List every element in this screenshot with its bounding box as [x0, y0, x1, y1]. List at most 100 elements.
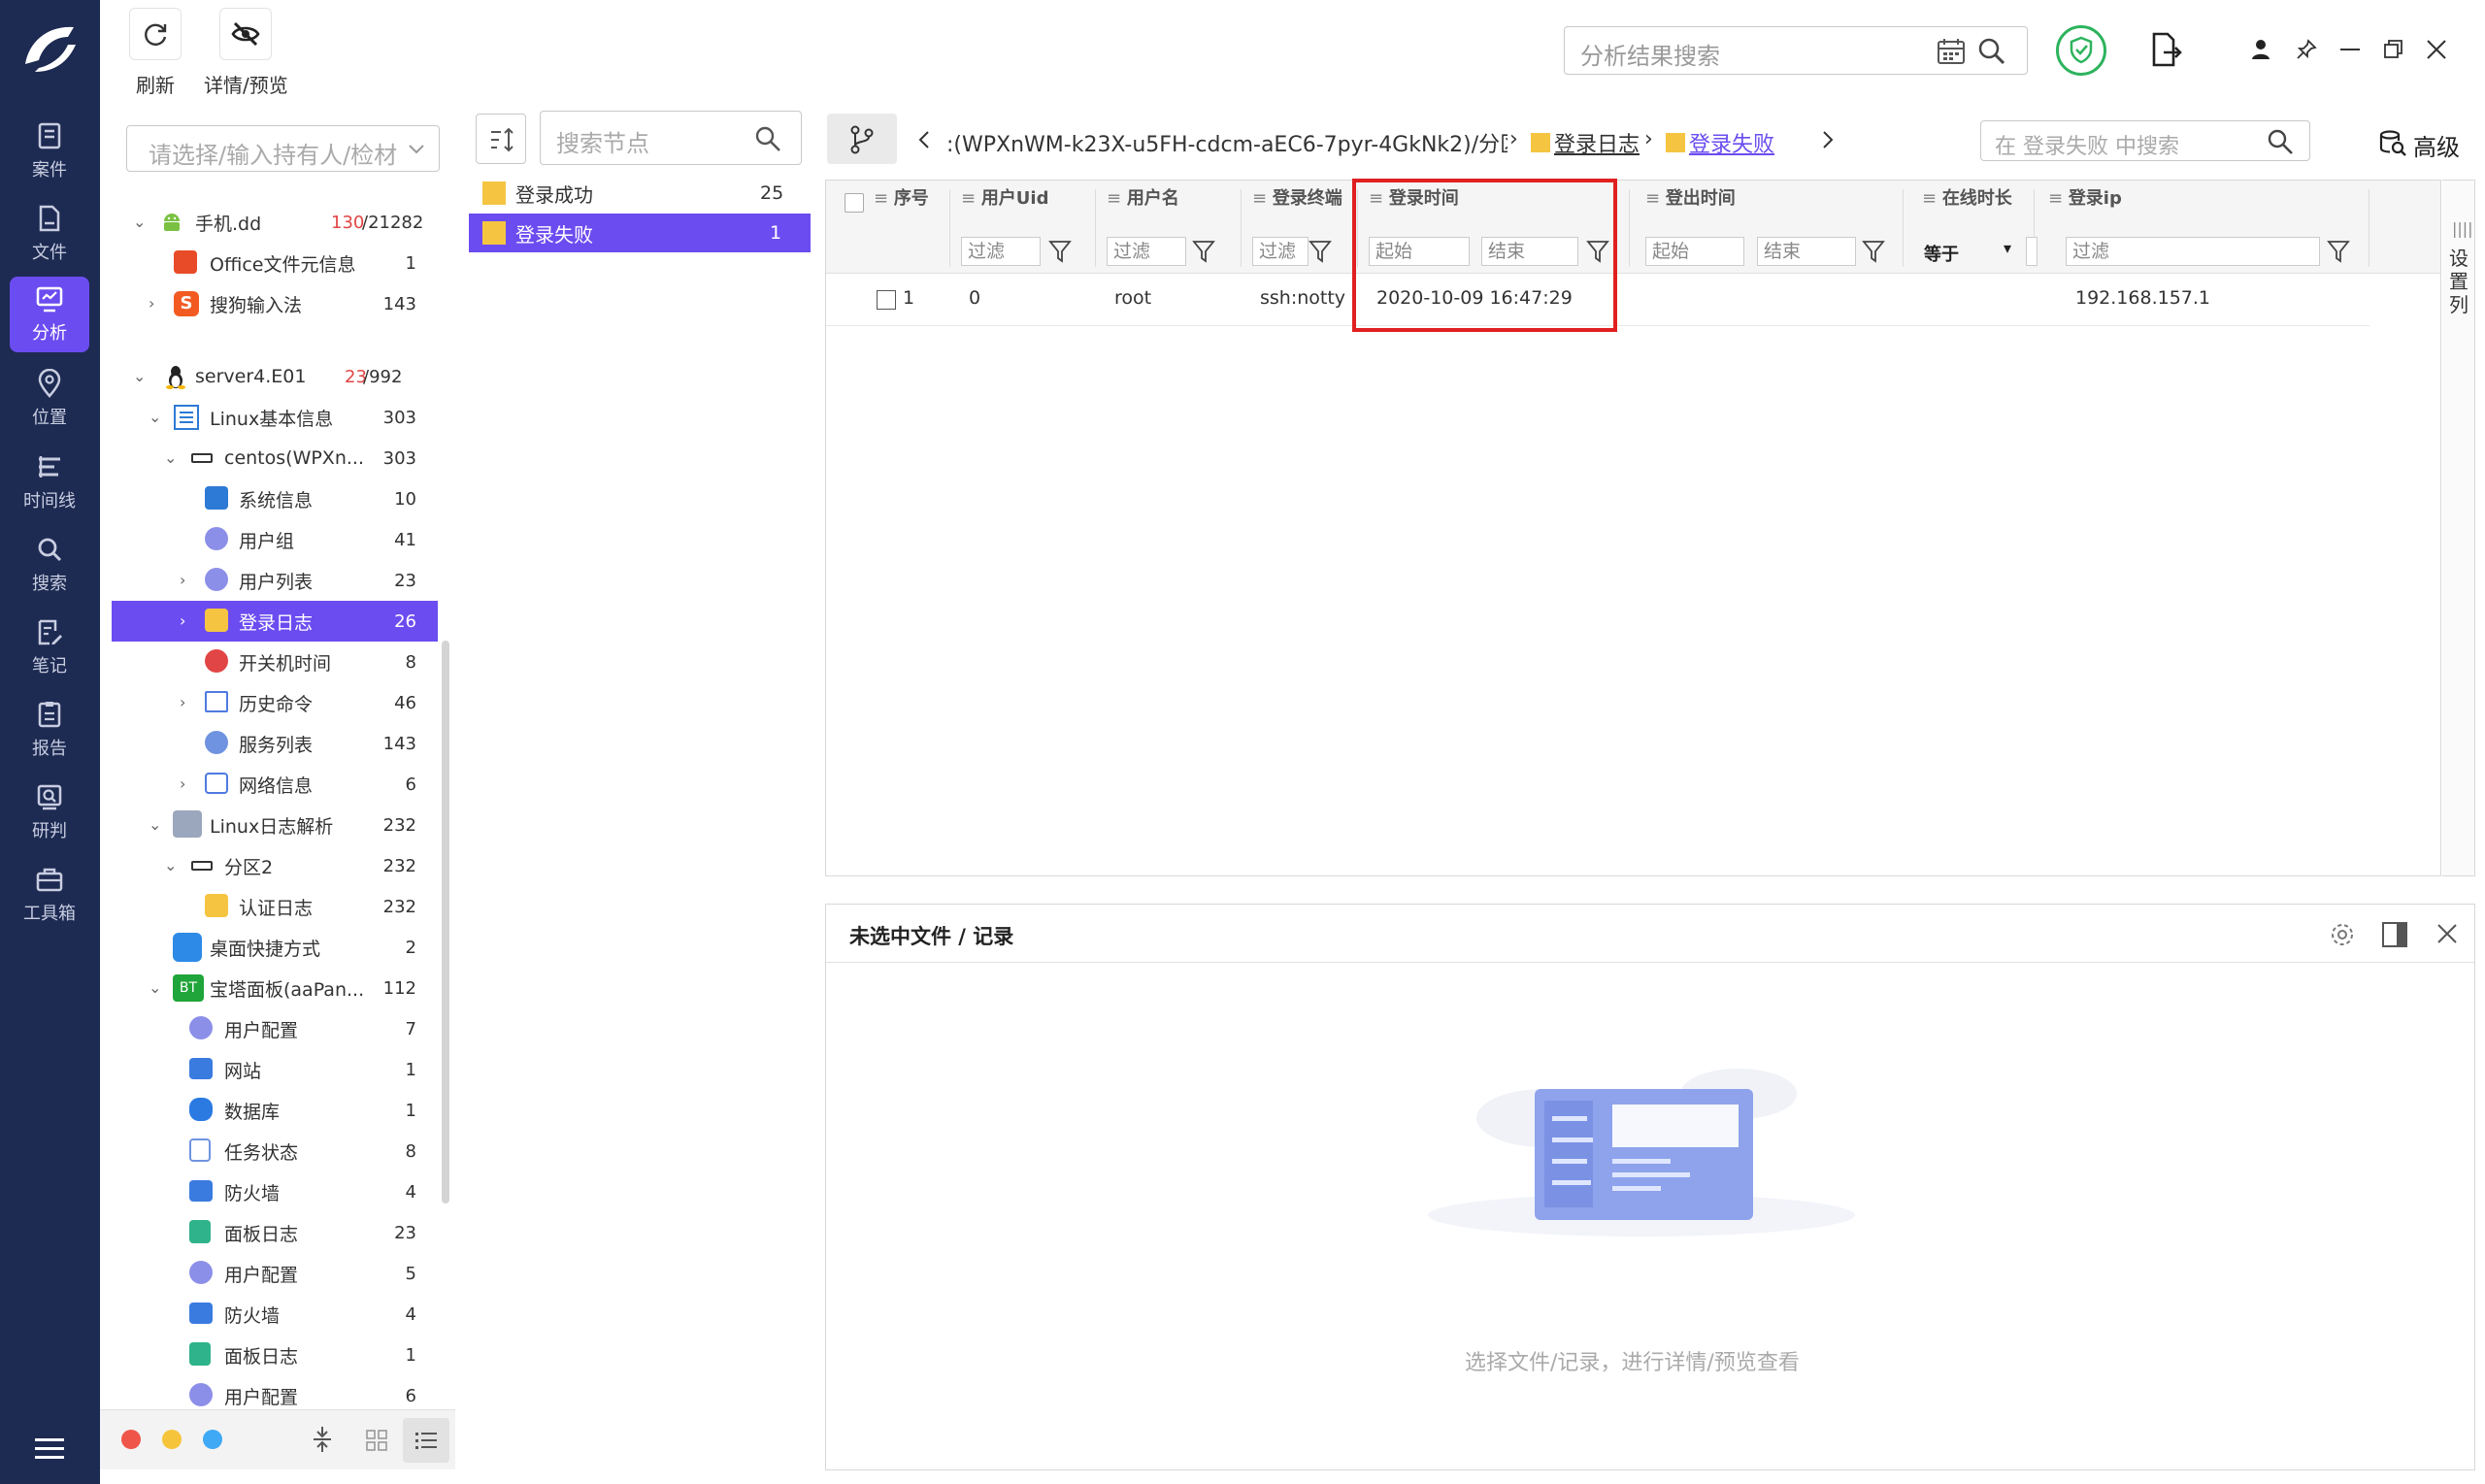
tree-item-bt-userconfig2[interactable]: 用户配置 5 — [112, 1253, 438, 1294]
chevron-right-icon[interactable]: › — [180, 613, 193, 629]
tree-item-linux-basic[interactable]: ⌄ Linux基本信息 303 — [112, 397, 438, 438]
tree-item-history[interactable]: › 历史命令 46 — [112, 682, 438, 723]
minimize-icon[interactable] — [2340, 49, 2360, 50]
node-search-input[interactable]: 搜索节点 — [540, 111, 802, 165]
column-divider[interactable] — [1241, 189, 1242, 267]
column-settings-tab[interactable]: |||| 设 置 列 — [2442, 180, 2475, 876]
column-header-terminal[interactable]: ≡ 登录终端 — [1252, 184, 1342, 210]
column-divider[interactable] — [1903, 189, 1904, 267]
status-dot-red[interactable] — [121, 1430, 141, 1449]
export-icon[interactable] — [2150, 31, 2183, 68]
chevron-right-icon[interactable] — [1821, 129, 1835, 150]
tree-item-bt-firewall2[interactable]: 防火墙 4 — [112, 1294, 438, 1335]
tree-scrollbar[interactable] — [442, 641, 449, 1204]
tree-item-usergroup[interactable]: 用户组 41 — [112, 519, 438, 560]
chevron-right-icon[interactable]: › — [180, 776, 193, 792]
user-icon[interactable] — [2251, 39, 2270, 60]
chevron-down-icon[interactable]: ⌄ — [149, 817, 162, 833]
list-view-button[interactable] — [403, 1418, 449, 1463]
menu-icon[interactable] — [35, 1438, 64, 1460]
chevron-down-icon[interactable]: ⌄ — [133, 369, 147, 384]
nav-case[interactable]: 案件 — [10, 114, 89, 189]
shield-check-icon[interactable] — [2056, 25, 2106, 76]
collapse-icon[interactable] — [312, 1426, 333, 1453]
tree-item-shortcuts[interactable]: 桌面快捷方式 2 — [112, 927, 438, 968]
tree-item-sogou[interactable]: › S 搜狗输入法 143 — [112, 283, 438, 324]
tree-item-bt-tasks[interactable]: 任务状态 8 — [112, 1131, 438, 1171]
breadcrumb-login-failed[interactable]: 登录失败 — [1689, 127, 1774, 158]
tree-item-centos[interactable]: ⌄ centos(WPXn... 303 — [112, 438, 438, 478]
owner-select[interactable]: 请选择/输入持有人/检材 — [126, 125, 440, 172]
tree-item-sysinfo[interactable]: 系统信息 10 — [112, 478, 438, 519]
nav-judge[interactable]: 研判 — [10, 775, 89, 850]
status-dot-blue[interactable] — [203, 1430, 222, 1449]
chevron-right-icon[interactable]: › — [180, 695, 193, 710]
funnel-icon[interactable] — [1309, 239, 1332, 264]
filter-logout-end-input[interactable]: 结束 — [1757, 237, 1856, 266]
filter-terminal-input[interactable]: 过滤 — [1252, 237, 1309, 266]
restore-icon[interactable] — [2383, 39, 2404, 60]
filter-duration-input[interactable] — [2026, 237, 2038, 266]
close-window-icon[interactable] — [2426, 39, 2447, 60]
chevron-down-icon[interactable]: ⌄ — [133, 214, 147, 230]
tree-item-bt-userconfig[interactable]: 用户配置 7 — [112, 1008, 438, 1049]
funnel-icon[interactable] — [1862, 239, 1885, 264]
pin-icon[interactable] — [2296, 39, 2317, 60]
row-checkbox[interactable] — [877, 290, 896, 310]
filter-ip-input[interactable]: 过滤 — [2066, 237, 2320, 266]
chevron-down-icon[interactable]: ⌄ — [149, 980, 162, 996]
tree-item-loginlog[interactable]: › 登录日志 26 — [112, 601, 438, 642]
close-icon[interactable] — [2435, 922, 2459, 945]
filter-username-input[interactable]: 过滤 — [1107, 237, 1186, 266]
nav-file[interactable]: 文件 — [10, 196, 89, 272]
chevron-right-icon[interactable]: › — [149, 296, 162, 312]
nav-note[interactable]: 笔记 — [10, 610, 89, 685]
tree-item-partition2[interactable]: ⌄ 分区2 232 — [112, 845, 438, 886]
search-icon[interactable] — [754, 125, 781, 152]
tree-item-server4[interactable]: ⌄ server4.E01 23 /992 — [112, 356, 438, 397]
advanced-search-button[interactable]: 高级 — [2376, 125, 2462, 161]
detail-preview-button[interactable]: 详情/预览 — [204, 8, 288, 98]
column-header-duration[interactable]: ≡ 在线时长 — [1922, 184, 2012, 210]
nav-timeline[interactable]: 时间线 — [10, 445, 89, 520]
sort-button[interactable] — [476, 114, 526, 164]
tree-item-bt-database[interactable]: 数据库 1 — [112, 1090, 438, 1131]
select-all-checkbox[interactable] — [845, 193, 864, 213]
filter-logout-start-input[interactable]: 起始 — [1645, 237, 1744, 266]
list-item-login-failed[interactable]: 登录失败 1 — [469, 214, 811, 252]
tree-item-services[interactable]: 服务列表 143 — [112, 723, 438, 764]
branch-button[interactable] — [827, 114, 897, 164]
chevron-down-icon[interactable]: ⌄ — [149, 410, 162, 425]
chevron-down-icon[interactable]: ⌄ — [164, 450, 178, 466]
breadcrumb-login-log[interactable]: 登录日志 — [1554, 127, 1640, 158]
funnel-icon[interactable] — [1048, 239, 1072, 264]
column-divider[interactable] — [1095, 189, 1096, 267]
tree-item-bt-website[interactable]: 网站 1 — [112, 1049, 438, 1090]
tree-item-bt-panellog[interactable]: 面板日志 23 — [112, 1212, 438, 1253]
column-header-uid[interactable]: ≡ 用户Uid — [961, 184, 1048, 210]
nav-report[interactable]: 报告 — [10, 692, 89, 768]
column-header-username[interactable]: ≡ 用户名 — [1107, 184, 1179, 210]
table-search-input[interactable]: 在 登录失败 中搜索 — [1980, 120, 2310, 161]
status-dot-yellow[interactable] — [162, 1430, 182, 1449]
tree-item-bt-firewall[interactable]: 防火墙 4 — [112, 1171, 438, 1212]
grid-view-icon[interactable] — [366, 1430, 387, 1451]
search-icon[interactable] — [1977, 37, 2006, 66]
chevron-down-icon[interactable]: ⌄ — [164, 858, 178, 874]
split-view-icon[interactable] — [2381, 921, 2408, 948]
nav-analysis[interactable]: 分析 — [10, 277, 89, 352]
column-header-index[interactable]: ≡ 序号 — [874, 184, 929, 210]
tree-item-linux-logs[interactable]: ⌄ Linux日志解析 232 — [112, 805, 438, 845]
tree-item-authlog[interactable]: 认证日志 232 — [112, 886, 438, 927]
chevron-left-icon[interactable] — [917, 129, 931, 150]
column-header-logout-time[interactable]: ≡ 登出时间 — [1645, 184, 1736, 210]
funnel-icon[interactable] — [1192, 239, 1215, 264]
tree-item-baota[interactable]: ⌄ BT 宝塔面板(aaPan... 112 — [112, 968, 438, 1008]
refresh-button[interactable]: 刷新 — [129, 8, 182, 98]
analysis-search-input[interactable]: 分析结果搜索 — [1564, 26, 2028, 75]
calendar-icon[interactable] — [1937, 38, 1966, 65]
tree-item-bt-userconfig3[interactable]: 用户配置 6 — [112, 1375, 438, 1407]
column-divider[interactable] — [949, 189, 950, 267]
column-divider[interactable] — [1629, 189, 1630, 267]
settings-icon[interactable] — [2329, 921, 2356, 948]
